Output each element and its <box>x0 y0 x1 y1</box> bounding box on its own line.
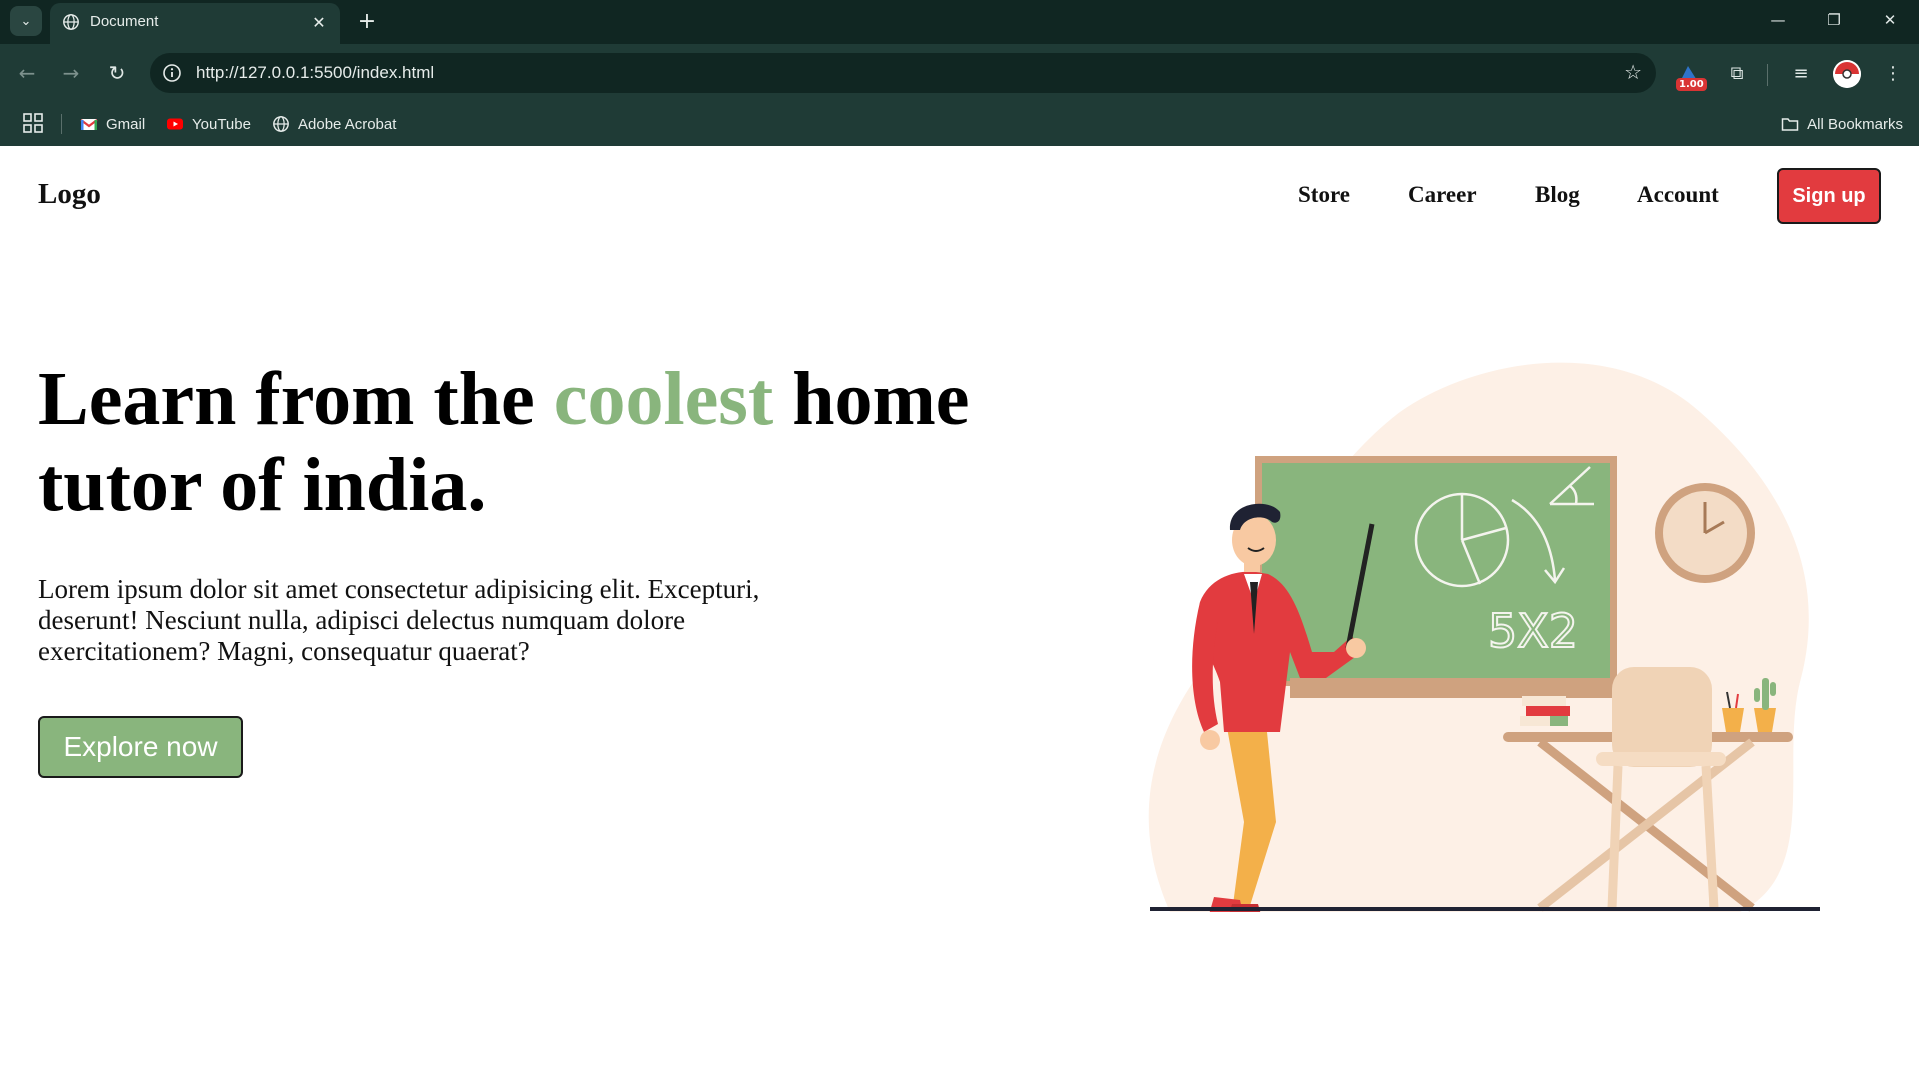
restore-icon: ❐ <box>1827 11 1841 29</box>
folder-icon <box>1781 118 1799 131</box>
youtube-icon <box>167 118 183 130</box>
book-stack <box>1522 696 1566 706</box>
bookmark-label: YouTube <box>192 115 251 133</box>
url-text: http://127.0.0.1:5500/index.html <box>196 63 435 82</box>
bookmark-youtube[interactable]: YouTube <box>166 111 251 137</box>
explore-now-button[interactable]: Explore now <box>38 716 243 778</box>
tab-search-button[interactable]: ⌄ <box>10 6 42 36</box>
minimize-icon: — <box>1770 11 1786 29</box>
plus-icon: + <box>357 8 377 34</box>
bookmarks-bar: Gmail YouTube Adobe Acrobat All Bookmark… <box>0 102 1919 146</box>
browser-menu-button[interactable]: ⋮ <box>1876 56 1910 90</box>
queue-music-icon: ≡ <box>1793 62 1809 84</box>
reload-button[interactable]: ↻ <box>100 56 134 90</box>
globe-icon <box>273 116 289 132</box>
nav-link-career[interactable]: Career <box>1408 182 1477 208</box>
nav-link-store[interactable]: Store <box>1298 182 1350 208</box>
puzzle-icon: ⧉ <box>1730 62 1744 84</box>
toolbar-divider <box>1767 64 1768 86</box>
window-close-button[interactable]: ✕ <box>1870 4 1910 36</box>
site-logo[interactable]: Logo <box>38 178 101 211</box>
extension-badge: 1.00 <box>1676 78 1707 91</box>
bookmark-label: Adobe Acrobat <box>298 115 397 133</box>
board-text: 5X2 <box>1488 604 1578 658</box>
arrow-left-icon: ← <box>18 61 36 85</box>
chevron-down-icon: ⌄ <box>20 13 32 29</box>
restore-button[interactable]: ❐ <box>1814 4 1854 36</box>
browser-chrome: ⌄ Document ✕ + — ❐ ✕ ← → ↻ http://127.0.… <box>0 0 1919 146</box>
sign-up-button[interactable]: Sign up <box>1777 168 1881 224</box>
hero-description: Lorem ipsum dolor sit amet consectetur a… <box>38 574 760 666</box>
headline-part: Learn from the <box>38 357 554 441</box>
hero-headline: Learn from the coolest home tutor of ind… <box>38 356 1038 528</box>
minimize-button[interactable]: — <box>1758 4 1798 36</box>
media-button[interactable]: ≡ <box>1784 56 1818 90</box>
info-icon[interactable] <box>162 63 182 83</box>
new-tab-button[interactable]: + <box>352 6 382 36</box>
tab-strip: ⌄ Document ✕ + — ❐ ✕ <box>0 0 1919 44</box>
avatar[interactable] <box>1833 60 1861 88</box>
bookmark-label: Gmail <box>106 115 146 133</box>
forward-button[interactable]: → <box>54 56 88 90</box>
web-page: Logo Store Career Blog Account Sign up L… <box>0 146 1919 1074</box>
more-vertical-icon: ⋮ <box>1884 62 1902 84</box>
headline-accent: coolest <box>553 357 774 441</box>
nav-link-account[interactable]: Account <box>1637 182 1719 208</box>
bookmark-adobe-acrobat[interactable]: Adobe Acrobat <box>272 111 396 137</box>
close-icon[interactable]: ✕ <box>308 11 330 33</box>
tab-title: Document <box>90 13 159 30</box>
gmail-icon <box>80 119 98 130</box>
arrow-right-icon: → <box>62 61 80 85</box>
address-bar[interactable]: http://127.0.0.1:5500/index.html ☆ <box>150 53 1656 93</box>
tab-document[interactable]: Document ✕ <box>50 3 340 44</box>
back-button[interactable]: ← <box>10 56 44 90</box>
nav-link-blog[interactable]: Blog <box>1535 182 1580 208</box>
all-bookmarks-label: All Bookmarks <box>1807 115 1903 133</box>
star-icon[interactable]: ☆ <box>1624 60 1642 84</box>
profile-avatar-icon <box>1833 60 1861 88</box>
browser-toolbar: ← → ↻ http://127.0.0.1:5500/index.html ☆ <box>0 44 1919 102</box>
close-icon: ✕ <box>1883 11 1897 29</box>
bookmarks-divider <box>61 114 62 134</box>
globe-icon <box>63 14 79 30</box>
chalkboard-ledge <box>1290 678 1630 698</box>
teacher-illustration: 5X2 <box>1148 362 1820 912</box>
extensions-button[interactable]: ⧉ <box>1720 56 1754 90</box>
all-bookmarks-button[interactable]: All Bookmarks <box>1781 111 1903 137</box>
bookmark-gmail[interactable]: Gmail <box>80 111 145 137</box>
reload-icon: ↻ <box>108 61 126 85</box>
apps-grid-icon[interactable] <box>22 112 44 134</box>
